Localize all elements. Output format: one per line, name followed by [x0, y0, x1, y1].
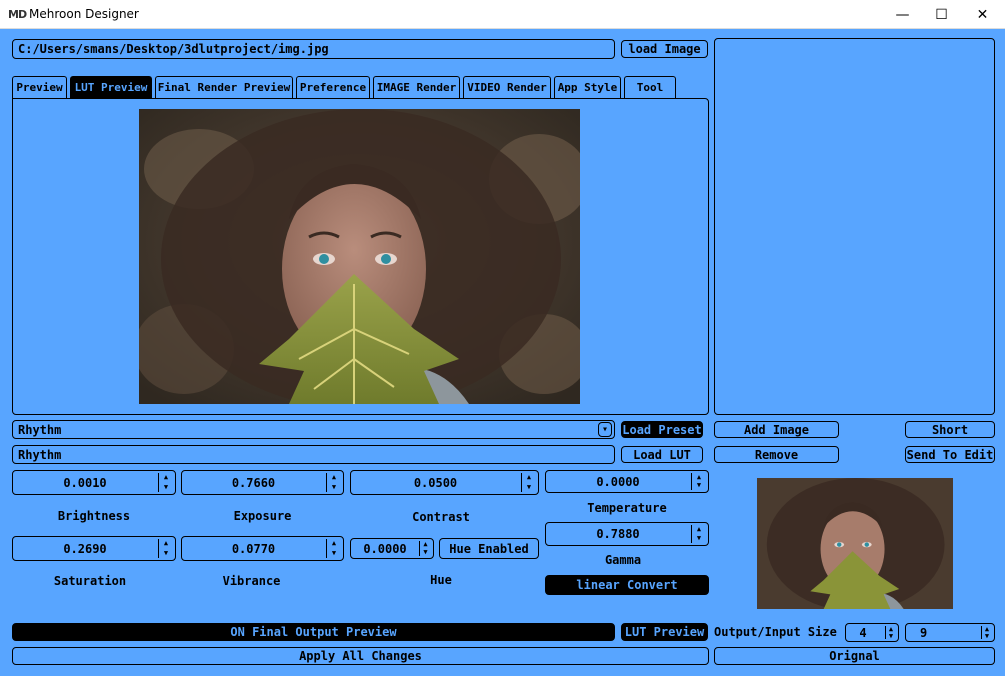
load-image-button[interactable]: load Image	[621, 40, 708, 58]
exposure-spinbox[interactable]: 0.7660 ▲ ▼	[181, 470, 344, 495]
chevron-down-icon[interactable]: ▾	[598, 422, 612, 437]
contrast-spinbox[interactable]: 0.0500 ▲ ▼	[350, 470, 539, 495]
remove-button[interactable]: Remove	[714, 446, 839, 463]
hue-enabled-toggle[interactable]: Hue Enabled	[439, 538, 539, 559]
tab-preview[interactable]: Preview	[12, 76, 67, 98]
tab-final-render-preview[interactable]: Final Render Preview	[155, 76, 293, 98]
spin-arrows-icon[interactable]: ▲ ▼	[981, 626, 992, 640]
title-bar	[0, 0, 1005, 29]
spin-arrows-icon[interactable]: ▲ ▼	[158, 539, 173, 558]
saturation-value: 0.2690	[63, 541, 107, 556]
gamma-spinbox[interactable]: 0.7880 ▲ ▼	[545, 522, 709, 546]
tab-lut-preview[interactable]: LUT Preview	[70, 76, 152, 98]
spin-arrows-icon[interactable]: ▲ ▼	[158, 473, 173, 492]
preview-image	[139, 109, 580, 404]
preset-select[interactable]: Rhythm	[12, 420, 615, 439]
exposure-value: 0.7660	[231, 475, 276, 490]
tab-tool[interactable]: Tool	[624, 76, 676, 98]
vibrance-spinbox[interactable]: 0.0770 ▲ ▼	[181, 536, 344, 561]
saturation-label: Saturation	[53, 574, 127, 588]
original-button[interactable]: Orignal	[714, 647, 995, 665]
contrast-value: 0.0500	[413, 475, 458, 490]
temperature-spinbox[interactable]: 0.0000 ▲ ▼	[545, 470, 709, 493]
close-button[interactable]: ✕	[960, 0, 1005, 29]
saturation-spinbox[interactable]: 0.2690 ▲ ▼	[12, 536, 176, 561]
gamma-label: Gamma	[604, 553, 642, 567]
input-size-value: 9	[920, 625, 928, 640]
temperature-value: 0.0000	[596, 474, 640, 489]
spin-arrows-icon[interactable]: ▲ ▼	[326, 539, 341, 558]
load-lut-button[interactable]: Load LUT	[621, 446, 703, 463]
brightness-spinbox[interactable]: 0.0010 ▲ ▼	[12, 470, 176, 495]
spin-arrows-icon[interactable]: ▲ ▼	[419, 541, 431, 556]
short-button[interactable]: Short	[905, 421, 995, 438]
image-path-field[interactable]: C:/Users/smans/Desktop/3dlutproject/img.…	[12, 39, 615, 59]
spin-arrows-icon[interactable]: ▲ ▼	[691, 525, 706, 543]
tab-app-style[interactable]: App Style	[554, 76, 621, 98]
spin-arrows-icon[interactable]: ▲ ▼	[521, 473, 536, 492]
maximize-button[interactable]: ☐	[919, 0, 964, 29]
send-to-edit-button[interactable]: Send To Edit	[905, 446, 995, 463]
portrait-thumbnail	[757, 478, 953, 609]
temperature-label: Temperature	[587, 501, 667, 515]
output-input-size-label: Output/Input Size	[714, 625, 837, 639]
gamma-value: 0.7880	[596, 527, 640, 541]
spin-arrows-icon[interactable]: ▲ ▼	[885, 626, 896, 640]
spin-arrows-icon[interactable]: ▲ ▼	[326, 473, 341, 492]
portrait-photo	[139, 109, 580, 404]
brightness-label: Brightness	[57, 509, 131, 523]
vibrance-value: 0.0770	[231, 541, 276, 556]
add-image-button[interactable]: Add Image	[714, 421, 839, 438]
lut-name-field[interactable]: Rhythm	[12, 445, 615, 464]
thumbnail-image[interactable]	[757, 478, 953, 609]
tab-image-render[interactable]: IMAGE Render	[373, 76, 460, 98]
tab-video-render[interactable]: VIDEO Render	[463, 76, 551, 98]
vibrance-label: Vibrance	[222, 574, 281, 588]
linear-convert-button[interactable]: linear Convert	[545, 575, 709, 595]
spin-arrows-icon[interactable]: ▲ ▼	[691, 473, 706, 490]
image-list-panel[interactable]	[714, 38, 995, 415]
tab-preference[interactable]: Preference	[296, 76, 370, 98]
app-logo-icon: MD	[8, 8, 27, 21]
window-title: Mehroon Designer	[29, 7, 139, 21]
exposure-label: Exposure	[233, 509, 292, 523]
hue-spinbox[interactable]: 0.0000 ▲ ▼	[350, 538, 434, 559]
final-output-preview-toggle[interactable]: ON Final Output Preview	[12, 623, 615, 641]
apply-all-changes-button[interactable]: Apply All Changes	[12, 647, 709, 665]
lut-preview-button[interactable]: LUT Preview	[621, 623, 708, 641]
brightness-value: 0.0010	[63, 475, 107, 490]
hue-label: Hue	[430, 573, 452, 587]
contrast-label: Contrast	[412, 510, 470, 524]
output-size-spinbox[interactable]: 4 ▲ ▼	[845, 623, 899, 642]
load-preset-button[interactable]: Load Preset	[621, 421, 703, 438]
input-size-spinbox[interactable]: 9 ▲ ▼	[905, 623, 995, 642]
